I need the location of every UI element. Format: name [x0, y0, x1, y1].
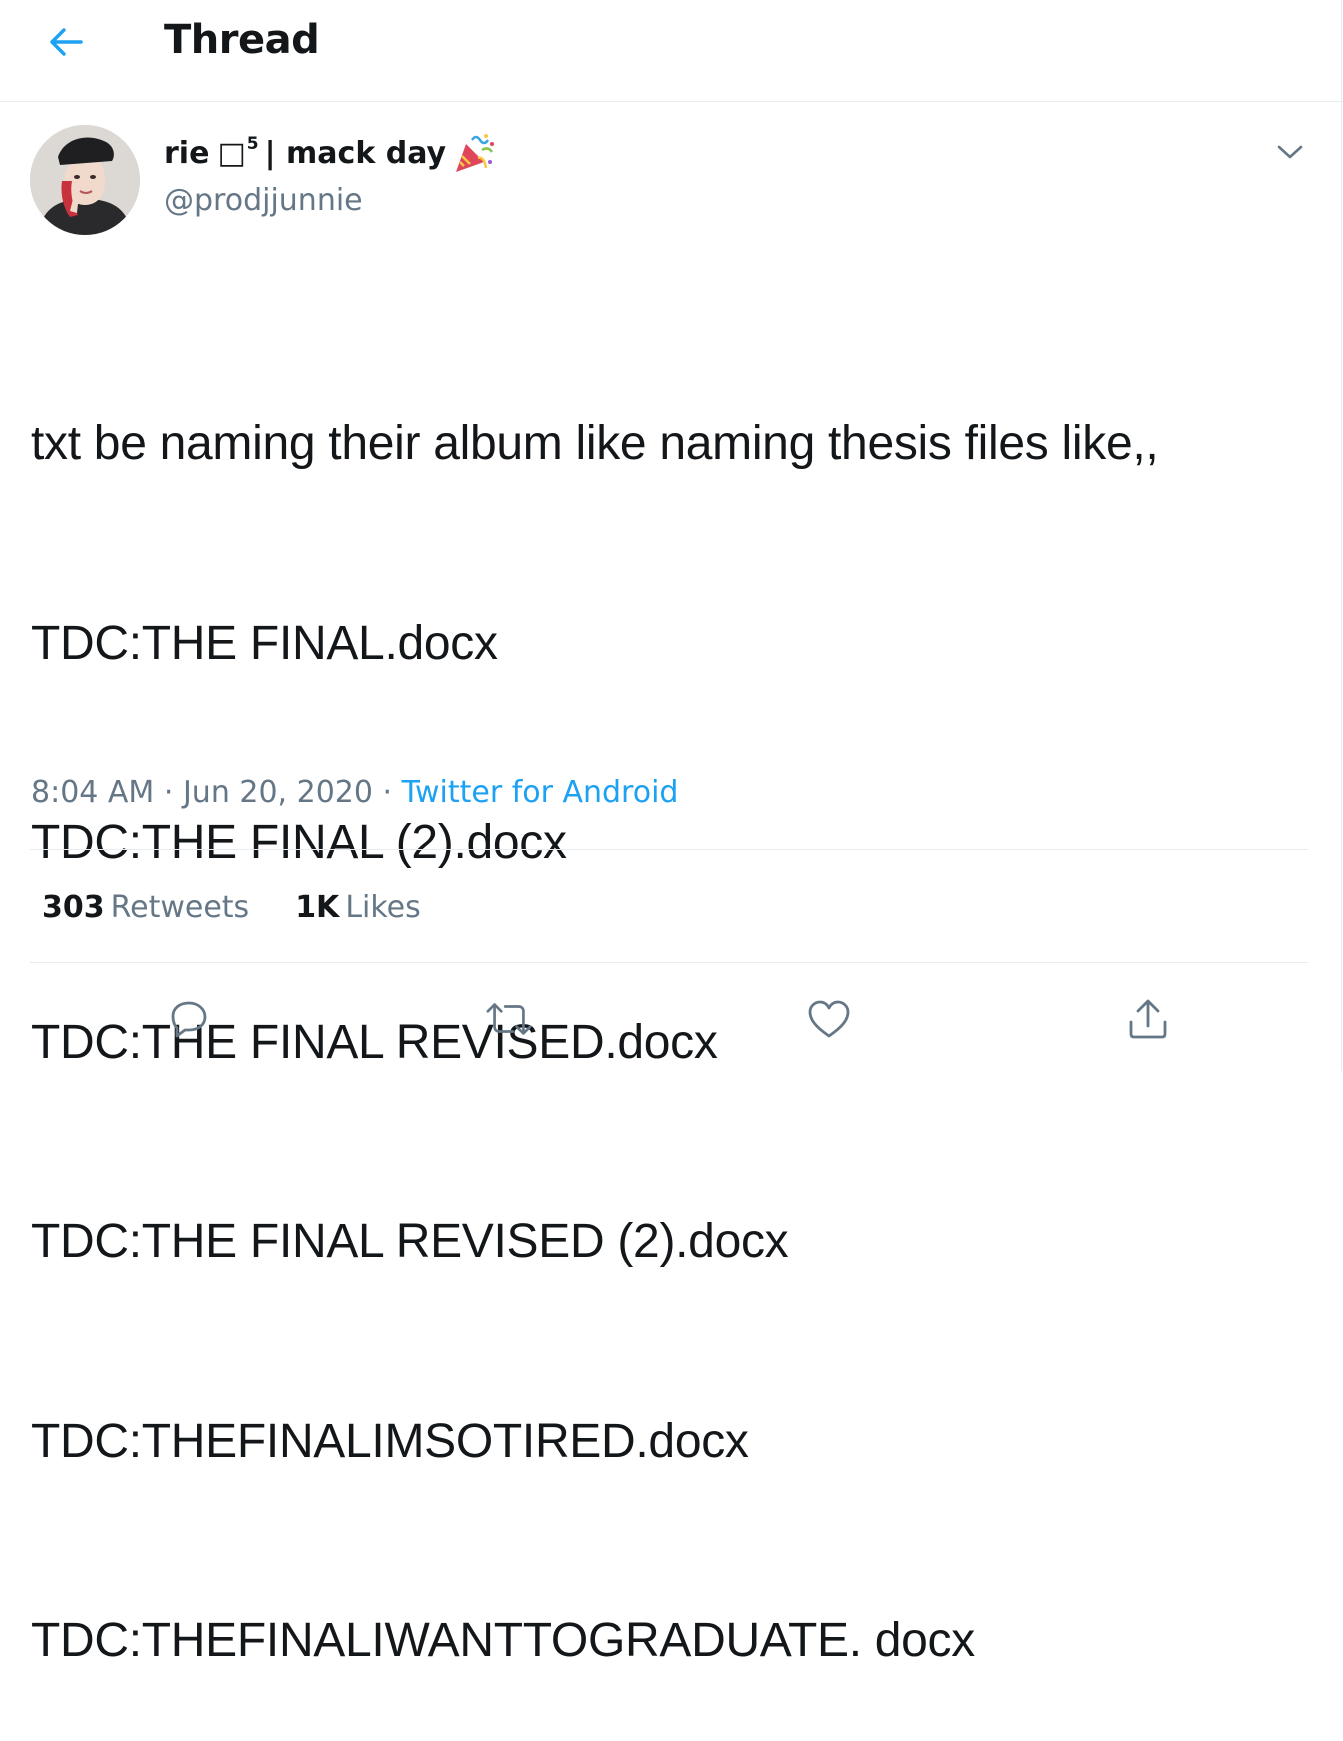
retweets-count: 303	[42, 890, 105, 925]
retweets-stat[interactable]: 303 Retweets	[42, 890, 249, 925]
tweet-stats: 303 Retweets 1K Likes	[42, 890, 421, 925]
tweet-line: TDC:THE FINAL REVISED.docx	[31, 1015, 718, 1069]
tweet-meta: 8:04 AM · Jun 20, 2020 · Twitter for And…	[31, 775, 678, 810]
share-icon	[1129, 999, 1167, 1039]
tweet-text: txt be naming their album like naming th…	[31, 278, 1311, 1741]
author-name-superscript: 5	[246, 134, 259, 154]
likes-stat[interactable]: 1K Likes	[295, 890, 421, 925]
back-button[interactable]	[44, 22, 88, 62]
divider	[30, 962, 1308, 963]
likes-label: Likes	[345, 890, 421, 925]
tweet-line: TDC:THEFINALIMSOTIRED.docx	[31, 1414, 749, 1468]
tweet-source-link[interactable]: Twitter for Android	[402, 775, 679, 810]
page-title: Thread	[164, 17, 320, 63]
like-button[interactable]	[804, 994, 854, 1044]
author-handle[interactable]: @prodjjunnie	[164, 183, 363, 218]
author-name-text: rie	[164, 136, 210, 171]
heart-icon	[808, 1000, 850, 1038]
reply-button[interactable]	[164, 994, 214, 1044]
reply-icon	[171, 1001, 207, 1038]
tweet-line: txt be naming their album like naming th…	[31, 417, 1159, 470]
divider	[30, 849, 1308, 850]
tweet-line: TDC:THE FINAL.docx	[31, 616, 498, 670]
party-popper-icon	[456, 134, 495, 172]
tweet-line: TDC:THE FINAL (2).docx	[31, 816, 567, 869]
tweet-date[interactable]: Jun 20, 2020	[183, 775, 373, 810]
share-button[interactable]	[1123, 994, 1173, 1044]
tweet-line: TDC:THEFINALIWANTTOGRADUATE. docx	[31, 1614, 975, 1667]
thread-header: Thread	[0, 0, 1343, 102]
author-display-name[interactable]: rie □ 5 | mack day	[164, 134, 496, 180]
column-divider	[1341, 0, 1342, 1071]
author-name-glyph: □	[217, 136, 246, 171]
author-name-suffix: | mack day	[264, 136, 447, 171]
meta-separator: ·	[382, 775, 393, 810]
retweets-label: Retweets	[110, 890, 250, 925]
more-options-button[interactable]	[1270, 134, 1310, 170]
tweet-line: TDC:THE FINAL REVISED (2).docx	[31, 1215, 789, 1268]
arrow-left-icon	[50, 28, 83, 56]
retweet-icon	[486, 1003, 532, 1035]
likes-count: 1K	[295, 890, 340, 925]
tweet-time[interactable]: 8:04 AM	[31, 775, 154, 810]
meta-separator: ·	[163, 775, 174, 810]
retweet-button[interactable]	[484, 994, 534, 1044]
chevron-down-icon	[1277, 145, 1303, 159]
avatar[interactable]	[30, 125, 140, 235]
